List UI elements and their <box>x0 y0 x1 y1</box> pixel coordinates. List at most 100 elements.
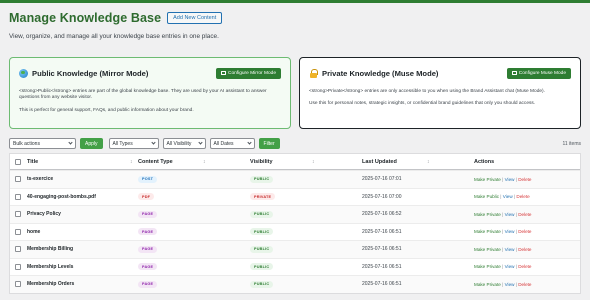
row-date: 2025-07-16 07:00 <box>362 193 402 200</box>
make-private-link[interactable]: Make Private <box>474 212 501 217</box>
sort-icon[interactable]: ↕ <box>130 159 133 165</box>
filter-button[interactable]: Filter <box>258 138 280 149</box>
view-link[interactable]: View <box>505 177 515 182</box>
configure-muse-mode-label: Configure Muse Mode <box>518 70 566 76</box>
row-date: 2025-07-16 06:51 <box>362 281 402 288</box>
table-row: home PAGE PUBLIC 2025-07-16 06:51 Make P… <box>10 222 580 241</box>
type-badge: PAGE <box>138 228 158 236</box>
filters-bar: Bulk actions Apply All Types All Visibil… <box>9 138 286 149</box>
delete-link[interactable]: Delete <box>518 264 531 269</box>
column-title[interactable]: Title <box>27 159 38 165</box>
visibility-badge: PUBLIC <box>250 175 274 183</box>
column-last-updated[interactable]: Last Updated <box>362 159 397 165</box>
visibility-badge: PUBLIC <box>250 210 274 218</box>
row-date: 2025-07-16 06:51 <box>362 246 402 253</box>
settings-icon <box>511 71 517 75</box>
delete-link[interactable]: Delete <box>518 212 531 217</box>
sort-icon[interactable]: ↕ <box>427 159 430 165</box>
delete-link[interactable]: Delete <box>516 194 529 199</box>
visibility-filter-value: All Visibility <box>166 140 192 147</box>
public-card-text-2: This is perfect for general support, FAQ… <box>19 107 194 113</box>
items-count: 11 items <box>562 141 581 147</box>
bulk-actions-select[interactable]: Bulk actions <box>9 138 76 149</box>
public-knowledge-card: Public Knowledge (Mirror Mode) Configure… <box>9 57 291 129</box>
type-badge: POST <box>138 175 158 183</box>
table-row: Membership Billing PAGE PUBLIC 2025-07-1… <box>10 240 580 258</box>
row-date: 2025-07-16 06:51 <box>362 228 402 235</box>
row-date: 2025-07-16 06:51 <box>362 263 402 270</box>
delete-link[interactable]: Delete <box>518 177 531 182</box>
row-title[interactable]: Membership Levels <box>27 264 73 270</box>
private-card-text-2: Use this for personal notes, strategic i… <box>309 101 536 107</box>
visibility-badge: PRIVATE <box>250 193 276 201</box>
type-filter-value: All Types <box>112 140 133 147</box>
row-checkbox[interactable] <box>15 263 21 270</box>
row-date: 2025-07-16 06:52 <box>362 211 402 218</box>
page-header: Manage Knowledge Base Add New Content <box>9 11 223 25</box>
row-checkbox[interactable] <box>15 281 21 288</box>
view-link[interactable]: View <box>505 212 515 217</box>
private-card-text-1: <strong>Private</strong> entries are onl… <box>309 89 545 94</box>
row-title[interactable]: Membership Billing <box>27 246 73 252</box>
type-badge: PAGE <box>138 263 158 271</box>
delete-link[interactable]: Delete <box>518 247 531 252</box>
row-title[interactable]: Membership Orders <box>27 281 74 287</box>
configure-mirror-mode-label: Configure Mirror Mode <box>228 70 276 76</box>
view-link[interactable]: View <box>505 264 515 269</box>
make-private-link[interactable]: Make Private <box>474 229 501 234</box>
make-private-link[interactable]: Make Private <box>474 282 501 287</box>
view-link[interactable]: View <box>503 194 513 199</box>
view-link[interactable]: View <box>505 229 515 234</box>
make-public-link[interactable]: Make Public <box>474 194 499 199</box>
configure-muse-mode-button[interactable]: Configure Muse Mode <box>506 67 571 79</box>
make-private-link[interactable]: Make Private <box>474 177 501 182</box>
page-subtitle: View, organize, and manage all your know… <box>9 33 219 40</box>
row-checkbox[interactable] <box>15 211 21 218</box>
type-filter-select[interactable]: All Types <box>108 138 159 149</box>
view-link[interactable]: View <box>505 247 515 252</box>
table-row: Membership Orders PAGE PUBLIC 2025-07-16… <box>10 275 580 293</box>
type-badge: PAGE <box>138 280 158 288</box>
visibility-badge: PUBLIC <box>250 280 274 288</box>
visibility-badge: PUBLIC <box>250 263 274 271</box>
lock-icon <box>309 68 318 78</box>
knowledge-table: Title ↕ Content Type ↕ Visibility ↕ Last… <box>9 153 581 294</box>
view-link[interactable]: View <box>505 282 515 287</box>
visibility-filter-select[interactable]: All Visibility <box>162 138 206 149</box>
sort-icon[interactable]: ↕ <box>312 159 315 165</box>
bulk-actions-value: Bulk actions <box>13 140 40 147</box>
row-title[interactable]: 40-engaging-post-bombs.pdf <box>27 194 96 200</box>
row-checkbox[interactable] <box>15 228 21 235</box>
row-checkbox[interactable] <box>15 246 21 253</box>
row-title[interactable]: home <box>27 229 40 235</box>
visibility-badge: PUBLIC <box>250 228 274 236</box>
delete-link[interactable]: Delete <box>518 229 531 234</box>
public-card-text-1: <strong>Public</strong> entries are part… <box>19 89 267 101</box>
column-visibility[interactable]: Visibility <box>250 159 273 165</box>
make-private-link[interactable]: Make Private <box>474 247 501 252</box>
public-card-title: Public Knowledge (Mirror Mode) <box>32 68 149 78</box>
table-row: 40-engaging-post-bombs.pdf PDF PRIVATE 2… <box>10 187 580 206</box>
column-content-type[interactable]: Content Type <box>138 159 173 165</box>
row-checkbox[interactable] <box>15 193 21 200</box>
row-title[interactable]: ts-exercice <box>27 176 53 182</box>
chevron-down-icon <box>197 140 203 145</box>
sort-icon[interactable]: ↕ <box>203 159 206 165</box>
row-title[interactable]: Privacy Policy <box>27 211 61 217</box>
page-title: Manage Knowledge Base <box>9 11 162 25</box>
configure-mirror-mode-button[interactable]: Configure Mirror Mode <box>216 67 281 79</box>
private-card-title: Private Knowledge (Muse Mode) <box>322 68 439 78</box>
date-filter-select[interactable]: All Dates <box>209 138 255 149</box>
table-row: Membership Levels PAGE PUBLIC 2025-07-16… <box>10 257 580 276</box>
select-all-checkbox[interactable] <box>15 158 21 165</box>
row-checkbox[interactable] <box>15 176 21 183</box>
chevron-down-icon <box>246 140 252 145</box>
top-accent-bar <box>0 0 590 3</box>
delete-link[interactable]: Delete <box>518 282 531 287</box>
make-private-link[interactable]: Make Private <box>474 264 501 269</box>
type-badge: PAGE <box>138 210 158 218</box>
add-new-content-button[interactable]: Add New Content <box>167 12 223 24</box>
type-badge: PDF <box>138 193 155 201</box>
chevron-down-icon <box>150 140 156 145</box>
apply-button[interactable]: Apply <box>80 138 103 149</box>
